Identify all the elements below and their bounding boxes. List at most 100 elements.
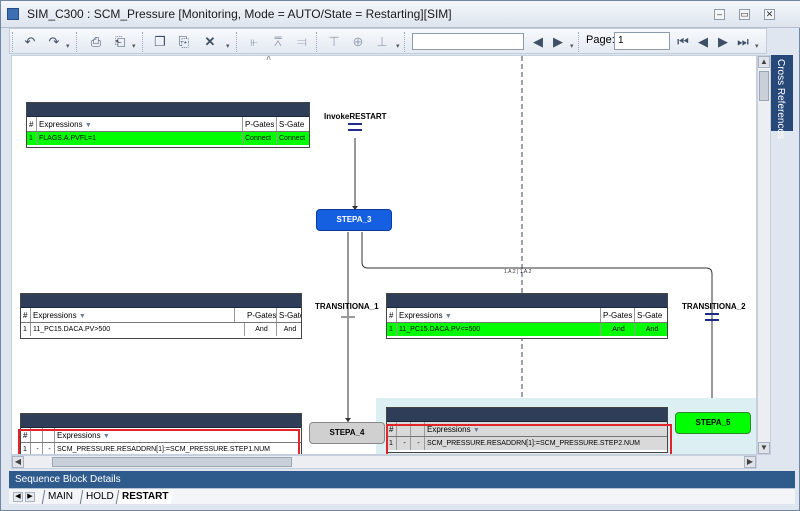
window-title: SIM_C300 : SCM_Pressure [Monitoring, Mod… bbox=[27, 7, 452, 21]
print-preview-icon[interactable]: ⎗ bbox=[110, 32, 130, 51]
print-icon[interactable]: ⎙ bbox=[86, 32, 106, 51]
branch-label: 1.A.2 | 1.A.2 bbox=[504, 269, 532, 275]
minimize-button[interactable]: – bbox=[714, 9, 725, 20]
step-stepa3[interactable]: STEPA_3 bbox=[316, 209, 392, 231]
table-row[interactable]: 1 11_PC15.DACA.PV>500 And And bbox=[21, 323, 301, 336]
toolbar-separator bbox=[76, 32, 78, 52]
vertical-scrollbar[interactable]: ▲ ▼ bbox=[757, 55, 771, 455]
step-stepa4[interactable]: STEPA_4 bbox=[309, 422, 385, 444]
vertical-scroll-thumb[interactable] bbox=[759, 71, 769, 101]
toolbar-overflow-icon[interactable]: ▾ bbox=[226, 43, 233, 50]
toolbar-overflow-icon[interactable]: ▾ bbox=[66, 43, 73, 50]
previous-page-icon[interactable]: ◀ bbox=[693, 32, 713, 51]
toolbar-separator bbox=[142, 32, 144, 52]
cross-references-label: Cross References bbox=[775, 59, 786, 140]
col-sgate: S-Gate bbox=[279, 311, 301, 320]
align-bottom-icon[interactable]: ⊥ bbox=[372, 32, 392, 51]
tab-main-label: MAIN bbox=[48, 491, 73, 502]
col-sgate: S-Gate bbox=[279, 120, 305, 129]
sort-icon: ▼ bbox=[84, 122, 92, 129]
col-expressions[interactable]: Expressions ▼ bbox=[31, 308, 235, 322]
col-number: # bbox=[27, 117, 37, 131]
table-header-bar bbox=[21, 294, 301, 308]
tab-scroll-left-icon[interactable]: ◀ bbox=[13, 492, 23, 502]
delete-icon[interactable]: ✕ bbox=[200, 32, 220, 51]
horizontal-scroll-thumb[interactable] bbox=[52, 457, 292, 467]
undo-icon[interactable]: ↶ bbox=[20, 32, 40, 51]
align-right-icon[interactable]: ⫤ bbox=[292, 32, 312, 51]
toolbar-grip bbox=[12, 32, 14, 52]
toolbar-overflow-icon[interactable]: ▾ bbox=[755, 43, 762, 50]
app-icon bbox=[7, 8, 19, 20]
condition-table-2[interactable]: # Expressions ▼ P-Gates S-Gate 1 11_PC15… bbox=[20, 293, 302, 339]
table-column-headers: # Expressions ▼ P-Gates S-Gate bbox=[27, 117, 309, 132]
col-number: # bbox=[387, 308, 397, 322]
next-page-icon[interactable]: ▶ bbox=[713, 32, 733, 51]
row-expression: 11_PC15.DACA.PV<=500 bbox=[397, 323, 601, 336]
condition-table-1[interactable]: # Expressions ▼ P-Gates S-Gate 1 FLAGS.A… bbox=[26, 102, 310, 148]
scroll-down-icon[interactable]: ▼ bbox=[758, 442, 770, 454]
toolbar-overflow-icon[interactable]: ▾ bbox=[570, 43, 577, 50]
align-center-icon[interactable]: ⩞ bbox=[268, 32, 288, 51]
row-number: 1 bbox=[27, 132, 37, 145]
search-previous-icon[interactable]: ◀ bbox=[528, 32, 548, 51]
col-pgates: P-Gates bbox=[601, 308, 635, 322]
row-pgate: And bbox=[245, 323, 277, 336]
sequence-canvas[interactable]: ˄ InvokeRESTART STEPA_3 1.A.2 | 1.A.2 TR… bbox=[11, 55, 757, 455]
invoke-restart-label: InvokeRESTART bbox=[324, 112, 387, 121]
close-window-button[interactable]: ✕ bbox=[764, 9, 775, 20]
scroll-right-icon[interactable]: ▶ bbox=[744, 456, 756, 468]
sequence-block-details-header[interactable]: Sequence Block Details bbox=[9, 471, 795, 488]
tab-hold[interactable]: HOLD bbox=[79, 490, 120, 504]
col-pgates: P-Gates bbox=[245, 308, 277, 322]
tab-strip: ◀ ▶ MAIN HOLD RESTART bbox=[9, 488, 795, 504]
page-label: Page: bbox=[586, 34, 615, 46]
paste-icon[interactable]: ⎘ bbox=[174, 32, 194, 51]
table-row[interactable]: 1 11_PC15.DACA.PV<=500 And And bbox=[387, 323, 667, 336]
row-sgate: And bbox=[283, 326, 297, 333]
restore-button[interactable]: ▭ bbox=[739, 9, 750, 20]
search-input[interactable] bbox=[412, 33, 524, 50]
tab-restart[interactable]: RESTART bbox=[115, 490, 174, 504]
align-left-icon[interactable]: ⫦ bbox=[244, 32, 264, 51]
cross-references-tab[interactable]: Cross References bbox=[771, 55, 793, 139]
col-number: # bbox=[21, 308, 31, 322]
last-page-icon[interactable]: ⏭ bbox=[733, 32, 753, 51]
redo-icon[interactable]: ↷ bbox=[44, 32, 64, 51]
app-window: SIM_C300 : SCM_Pressure [Monitoring, Mod… bbox=[0, 0, 800, 511]
condition-table-3[interactable]: # Expressions ▼ P-Gates S-Gate 1 11_PC15… bbox=[386, 293, 668, 339]
step-stepa5[interactable]: STEPA_5 bbox=[675, 412, 751, 434]
toolbar-separator bbox=[578, 32, 580, 52]
toolbar-separator bbox=[236, 32, 238, 52]
table-column-headers: # Expressions ▼ P-Gates S-Gate bbox=[21, 308, 301, 323]
tab-hold-label: HOLD bbox=[86, 491, 114, 502]
tab-main[interactable]: MAIN bbox=[41, 490, 79, 504]
scroll-left-icon[interactable]: ◀ bbox=[12, 456, 24, 468]
copy-icon[interactable]: ❐ bbox=[150, 32, 170, 51]
row-number: 1 bbox=[21, 323, 31, 336]
row-pgate: And bbox=[601, 323, 635, 336]
align-top-icon[interactable]: ⊤ bbox=[324, 32, 344, 51]
transition1-label: TRANSITIONA_1 bbox=[315, 302, 379, 311]
highlight-box-left bbox=[18, 429, 300, 454]
tab-scroll-right-icon[interactable]: ▶ bbox=[25, 492, 35, 502]
col-expressions-label: Expressions bbox=[33, 311, 77, 320]
col-expressions[interactable]: Expressions ▼ bbox=[37, 117, 243, 131]
align-middle-icon[interactable]: ⊕ bbox=[348, 32, 368, 51]
table-header-bar bbox=[387, 294, 667, 308]
horizontal-scrollbar[interactable]: ◀ ▶ bbox=[11, 455, 757, 469]
first-page-icon[interactable]: ⏮ bbox=[673, 32, 693, 51]
table-header-bar bbox=[27, 103, 309, 117]
row-expression: 11_PC15.DACA.PV>500 bbox=[31, 323, 245, 336]
col-expressions[interactable]: Expressions ▼ bbox=[397, 308, 601, 322]
scroll-up-icon[interactable]: ▲ bbox=[758, 56, 770, 68]
search-next-icon[interactable]: ▶ bbox=[548, 32, 568, 51]
toolbar-overflow-icon[interactable]: ▾ bbox=[396, 43, 403, 50]
table-header-bar bbox=[21, 414, 301, 428]
table-row[interactable]: 1 FLAGS.A.PVFL=1 Connect Connect bbox=[27, 132, 309, 145]
row-pgate: Connect bbox=[243, 132, 277, 145]
page-number-field[interactable]: 1 bbox=[614, 32, 670, 50]
sort-icon: ▼ bbox=[444, 313, 452, 320]
toolbar-overflow-icon[interactable]: ▾ bbox=[132, 43, 139, 50]
col-expressions-label: Expressions bbox=[39, 120, 83, 129]
